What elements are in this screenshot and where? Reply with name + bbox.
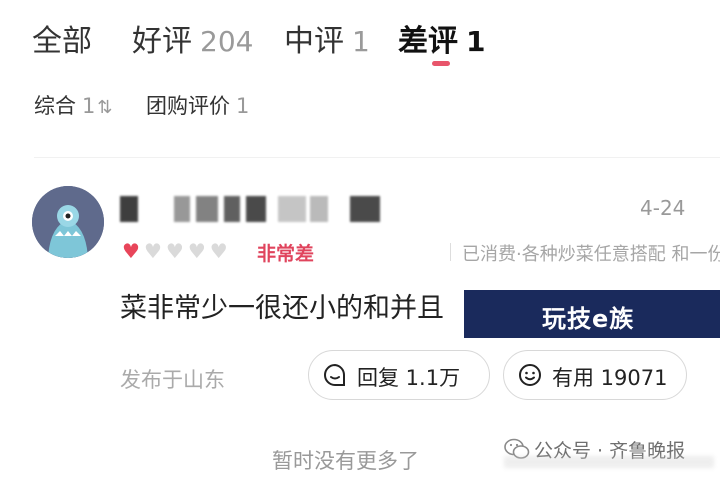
- active-tab-indicator: [432, 61, 450, 66]
- review-text: 菜非常少一很还小的和并且: [120, 293, 444, 324]
- rating-label: 非常差: [257, 243, 315, 265]
- tab-neutral[interactable]: 中评 1: [284, 16, 370, 60]
- source-watermark: 公众号 · 齐鲁晚报: [504, 432, 716, 472]
- useful-button[interactable]: 有用 19071: [503, 350, 687, 400]
- review-filter-tabs: 全部 好评 204 中评 1 差评 1: [0, 8, 720, 66]
- tab-all[interactable]: 全部: [32, 16, 92, 60]
- tag-divider: [450, 243, 451, 261]
- rating-row: ♥♥♥♥♥ 非常差 已消费·各种炒菜任意搭配 和一份香米...: [122, 238, 720, 266]
- reply-label: 回复 1.1万: [357, 366, 461, 390]
- tab-bad-count: 1: [466, 25, 486, 58]
- heart-empty-icon: ♥: [143, 239, 162, 263]
- subtab-groupbuy-label: 团购评价: [146, 94, 230, 118]
- tab-good-label: 好评: [132, 24, 192, 59]
- tab-all-label: 全部: [32, 24, 92, 59]
- reply-button[interactable]: 回复 1.1万: [308, 350, 490, 400]
- tab-neutral-label: 中评: [284, 24, 344, 59]
- avatar[interactable]: [32, 186, 104, 258]
- subtab-groupbuy[interactable]: 团购评价 1: [146, 90, 249, 120]
- no-more-text: 暂时没有更多了: [272, 449, 419, 473]
- section-divider: [34, 157, 720, 158]
- tab-bad-label: 差评: [398, 24, 458, 59]
- tab-bad[interactable]: 差评 1: [398, 16, 485, 60]
- subtab-overall-label: 综合: [34, 94, 76, 118]
- tab-good-count: 204: [200, 25, 254, 58]
- review-sort-tabs: 综合 1 ⇅ 团购评价 1: [0, 90, 720, 124]
- smile-icon: [519, 364, 541, 386]
- comment-bubble-icon: [324, 363, 346, 386]
- consumption-tags: 已消费·各种炒菜任意搭配 和一份香米...: [462, 244, 720, 265]
- subtab-groupbuy-count: 1: [236, 94, 250, 118]
- useful-label: 有用 19071: [552, 366, 668, 390]
- heart-rating: ♥ ♥ ♥ ♥ ♥: [122, 241, 232, 262]
- username-obscured[interactable]: [120, 196, 390, 224]
- overlay-watermark: 玩技e族: [464, 290, 720, 338]
- overlay-watermark-text: 玩技e族: [542, 305, 635, 333]
- watermark-blur: [504, 456, 714, 468]
- heart-empty-icon: ♥: [209, 239, 228, 263]
- review-date: 4-24: [640, 196, 686, 220]
- review-location: 发布于山东: [120, 368, 225, 392]
- heart-filled-icon: ♥: [122, 239, 140, 263]
- tab-good[interactable]: 好评 204: [132, 16, 253, 60]
- subtab-overall[interactable]: 综合 1 ⇅: [34, 90, 112, 120]
- tab-neutral-count: 1: [352, 25, 370, 58]
- subtab-overall-count: 1: [82, 94, 96, 118]
- sort-icon: ⇅: [97, 97, 113, 118]
- heart-empty-icon: ♥: [187, 239, 206, 263]
- monster-avatar-icon: [32, 186, 104, 258]
- heart-empty-icon: ♥: [165, 239, 184, 263]
